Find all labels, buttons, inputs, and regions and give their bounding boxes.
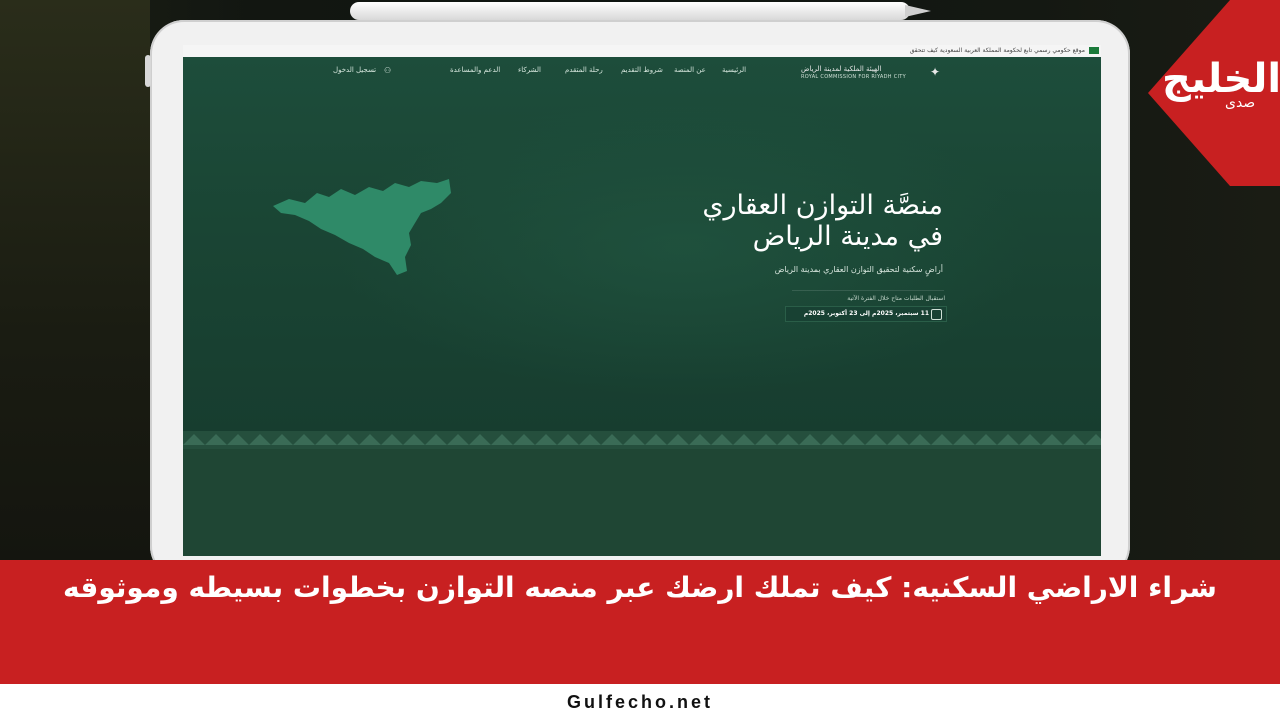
stylus-pencil-tip [905, 5, 931, 17]
hero-subtitle: أراضٍ سكنية لتحقيق التوازن العقاري بمدين… [774, 265, 943, 274]
logo-arabic[interactable]: الهيئة الملكية لمدينة الرياض [801, 65, 881, 73]
background-left-shade [0, 0, 150, 560]
logo-english[interactable]: ROYAL COMMISSION FOR RIYADH CITY [801, 74, 906, 80]
hero-title-line1: منصَّة التوازن العقاري [702, 190, 943, 221]
login-link[interactable]: تسجيل الدخول [333, 66, 376, 74]
stylus-pencil [350, 2, 910, 20]
lower-section [183, 431, 1101, 556]
tablet-screen: موقع حكومي رسمي تابع لحكومة المملكة العر… [183, 45, 1101, 556]
palm-swords-emblem-icon[interactable]: ✦ [928, 65, 942, 79]
application-date-box: 11 سبتمبر، 2025م إلى 23 أكتوبر، 2025م [785, 306, 947, 322]
nav-item-support[interactable]: الدعم والمساعدة [450, 66, 500, 74]
nav-item-journey[interactable]: رحلة المتقدم [565, 66, 603, 74]
gov-banner: موقع حكومي رسمي تابع لحكومة المملكة العر… [183, 45, 1101, 57]
article-headline: شراء الاراضي السكنيه: كيف تملك ارضك عبر … [63, 571, 1217, 604]
hero-title-line2: في مدينة الرياض [752, 221, 943, 252]
nav-item-home[interactable]: الرئيسية [722, 66, 746, 74]
user-icon[interactable]: ⚇ [384, 66, 394, 76]
riyadh-map-shape [273, 179, 451, 275]
application-date-range: 11 سبتمبر، 2025م إلى 23 أكتوبر، 2025م [803, 310, 929, 317]
tablet-side-button [145, 55, 151, 87]
nav-item-partners[interactable]: الشركاء [518, 66, 541, 74]
saudi-flag-icon [1089, 47, 1099, 54]
brand-logo-text[interactable]: الخليج [1162, 56, 1280, 102]
nav-item-conditions[interactable]: شروط التقديم [621, 66, 663, 74]
calendar-icon [931, 309, 942, 320]
gov-banner-text[interactable]: موقع حكومي رسمي تابع لحكومة المملكة العر… [910, 47, 1085, 54]
footer-site-name[interactable]: Gulfecho.net [0, 692, 1280, 713]
hero-separator [792, 290, 944, 291]
sadu-triangle-pattern [183, 431, 1101, 449]
nav-item-about[interactable]: عن المنصة [674, 66, 706, 74]
brand-logo-subtext: صدى [1225, 95, 1256, 111]
application-period-label: استقبال الطلبات متاح خلال الفترة الآتية [847, 295, 945, 302]
riyadh-map [273, 179, 451, 275]
top-nav: ✦ الهيئة الملكية لمدينة الرياض ROYAL COM… [183, 57, 1101, 87]
